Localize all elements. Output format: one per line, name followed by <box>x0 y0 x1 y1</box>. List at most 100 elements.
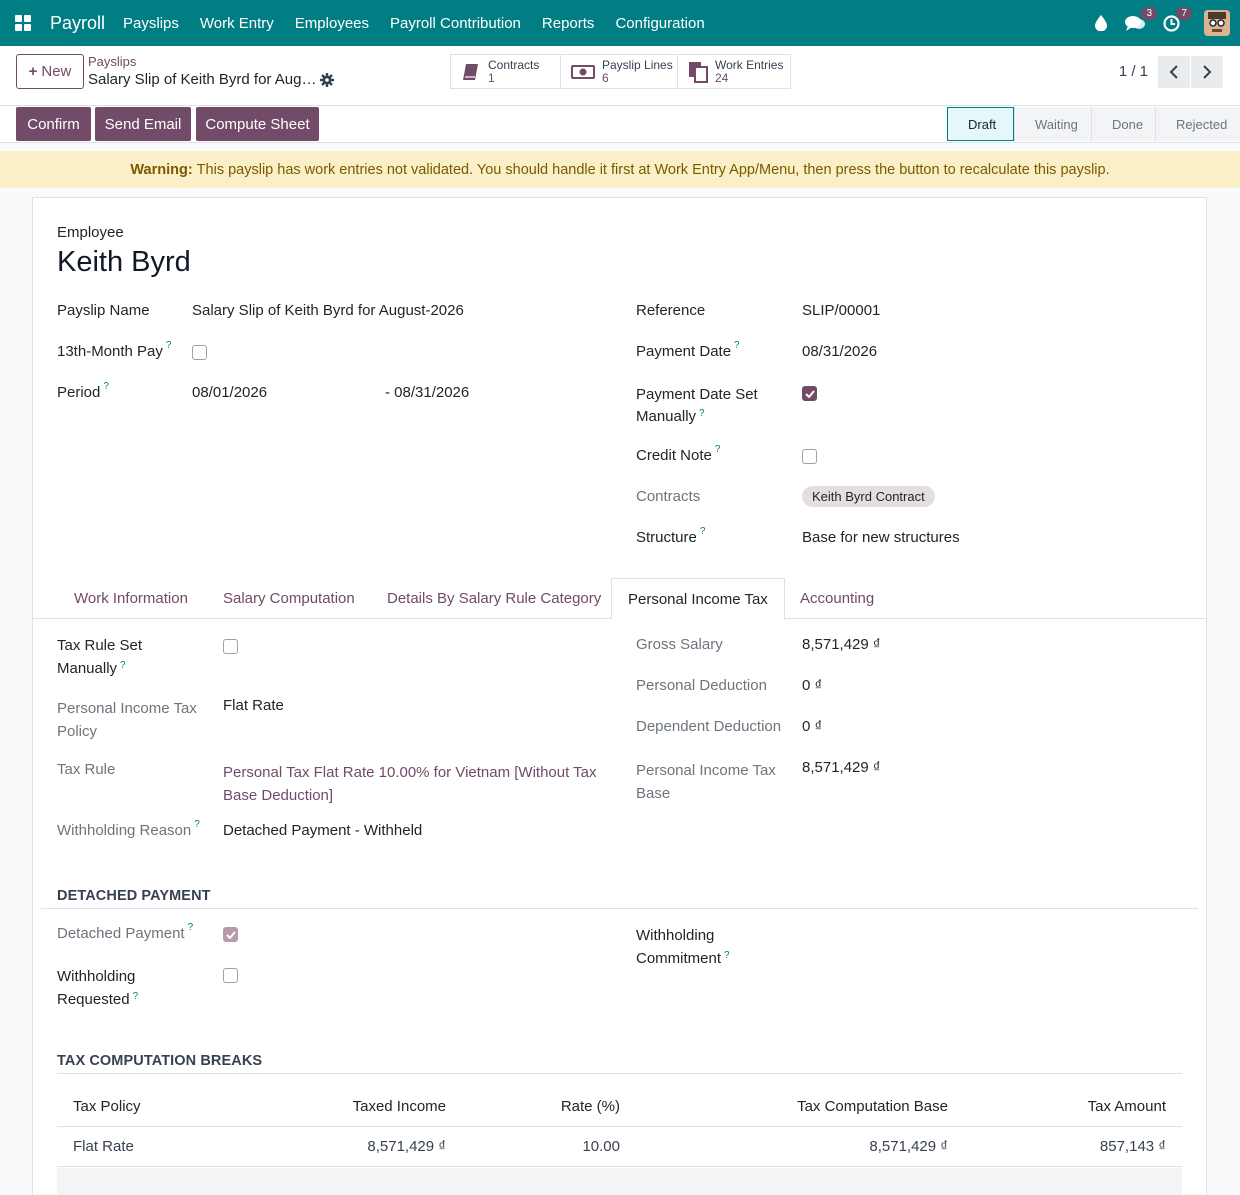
activities-badge: 7 <box>1176 6 1192 20</box>
breadcrumb-payslips[interactable]: Payslips <box>88 54 136 69</box>
col-rate[interactable]: Rate (%) <box>462 1088 636 1127</box>
tab-accounting[interactable]: Accounting <box>800 578 874 619</box>
withholding-commitment-label: Withholding Commitment? <box>636 927 730 967</box>
check-icon <box>804 389 815 398</box>
contract-tag[interactable]: Keith Byrd Contract <box>802 486 935 507</box>
activities-icon[interactable]: 7 <box>1163 6 1192 32</box>
new-button[interactable]: + New <box>16 54 84 89</box>
col-taxed-income[interactable]: Taxed Income <box>237 1088 462 1127</box>
credit-note-checkbox[interactable] <box>802 449 817 464</box>
col-tax-amount[interactable]: Tax Amount <box>964 1088 1182 1127</box>
cell-tax-policy: Flat Rate <box>57 1126 237 1167</box>
withholding-requested-label: Withholding Requested? <box>57 968 139 1008</box>
reference-field[interactable]: SLIP/00001 <box>802 302 880 319</box>
credit-note-label: Credit Note? <box>636 444 721 464</box>
gross-salary-value: 8,571,429 ₫ <box>802 636 881 653</box>
tab-work-information[interactable]: Work Information <box>74 578 188 619</box>
user-avatar[interactable] <box>1204 10 1230 36</box>
structure-field[interactable]: Base for new structures <box>802 529 960 546</box>
menu-work-entry[interactable]: Work Entry <box>200 15 274 32</box>
period-label: Period? <box>57 381 109 401</box>
gross-salary-label: Gross Salary <box>636 636 723 653</box>
smart-value: 6 <box>602 70 609 85</box>
help-icon: ? <box>120 660 126 671</box>
debug-drop-icon[interactable] <box>1095 15 1107 31</box>
notebook-tabs: Work Information Salary Computation Deta… <box>33 578 1206 620</box>
employee-name[interactable]: Keith Byrd <box>57 246 191 279</box>
contracts-label: Contracts <box>636 488 701 505</box>
menu-payslips[interactable]: Payslips <box>123 15 179 32</box>
tax-rule-link[interactable]: Personal Tax Flat Rate 10.00% for Vietna… <box>223 761 597 807</box>
send-email-button[interactable]: Send Email <box>95 107 191 141</box>
payment-date-field[interactable]: 08/31/2026 <box>802 343 877 360</box>
gear-icon[interactable] <box>320 73 334 90</box>
thirteenth-month-checkbox[interactable] <box>192 345 207 360</box>
stage-rejected[interactable]: Rejected <box>1155 107 1240 141</box>
warning-title: Warning: <box>130 161 193 178</box>
warning-alert: Warning: This payslip has work entries n… <box>0 151 1240 188</box>
detached-payment-title: DETACHED PAYMENT <box>57 888 211 904</box>
tab-details-by-category[interactable]: Details By Salary Rule Category <box>387 578 601 619</box>
tax-rule-manual-checkbox[interactable] <box>223 639 238 654</box>
table-row[interactable]: Flat Rate 8,571,429 ₫ 10.00 8,571,429 ₫ … <box>57 1126 1182 1167</box>
personal-deduction-label: Personal Deduction <box>636 677 767 694</box>
employee-label: Employee <box>57 224 124 241</box>
dependent-deduction-label: Dependent Deduction <box>636 718 782 735</box>
withholding-reason-field[interactable]: Detached Payment - Withheld <box>223 822 422 839</box>
detached-payment-label: Detached Payment? <box>57 922 194 942</box>
compute-sheet-button[interactable]: Compute Sheet <box>196 107 319 141</box>
pit-base-value: 8,571,429 ₫ <box>802 759 881 776</box>
pager-previous-button[interactable] <box>1158 56 1190 88</box>
pit-base-label: Personal Income Tax Base <box>636 762 776 802</box>
help-icon: ? <box>699 408 705 419</box>
withholding-reason-label: Withholding Reason? <box>57 819 200 839</box>
help-icon: ? <box>103 381 109 392</box>
period-from-field[interactable]: 08/01/2026 <box>192 384 267 401</box>
menu-payroll-contribution[interactable]: Payroll Contribution <box>390 15 521 32</box>
payslip-lines-smart-button[interactable]: Payslip Lines 6 <box>560 54 678 89</box>
stage-done[interactable]: Done <box>1091 107 1155 141</box>
reference-label: Reference <box>636 302 706 319</box>
breadcrumb-current: Salary Slip of Keith Byrd for Aug… <box>88 71 317 88</box>
messages-icon[interactable]: 3 <box>1125 6 1157 32</box>
help-icon: ? <box>714 444 721 455</box>
work-entries-smart-button[interactable]: Work Entries 24 <box>677 54 791 89</box>
pit-policy-field[interactable]: Flat Rate <box>223 697 284 714</box>
cell-tax-amount: 857,143 ₫ <box>964 1126 1182 1167</box>
smart-value: 24 <box>715 70 729 85</box>
stage-waiting[interactable]: Waiting <box>1014 107 1091 141</box>
table-footer-row <box>57 1168 1182 1195</box>
app-brand[interactable]: Payroll <box>50 13 105 34</box>
menu-configuration[interactable]: Configuration <box>615 15 704 32</box>
cell-rate: 10.00 <box>462 1126 636 1167</box>
contracts-smart-button[interactable]: Contracts 1 <box>450 54 561 89</box>
payment-date-manual-checkbox[interactable] <box>802 386 817 401</box>
help-icon: ? <box>132 991 139 1002</box>
period-to-field[interactable]: - 08/31/2026 <box>385 384 469 401</box>
menu-employees[interactable]: Employees <box>295 15 369 32</box>
confirm-button[interactable]: Confirm <box>16 107 91 141</box>
help-icon: ? <box>194 819 200 830</box>
tax-rule-label: Tax Rule <box>57 761 116 778</box>
structure-label: Structure? <box>636 526 706 546</box>
money-icon <box>571 64 595 80</box>
detached-payment-checkbox <box>223 927 238 942</box>
col-tax-computation-base[interactable]: Tax Computation Base <box>636 1088 964 1127</box>
thirteenth-month-label: 13th-Month Pay? <box>57 340 172 360</box>
tax-breaks-table: Tax Policy Taxed Income Rate (%) Tax Com… <box>57 1088 1182 1167</box>
pager-next-button[interactable] <box>1191 56 1223 88</box>
chevron-right-icon <box>1203 65 1212 79</box>
pager-value[interactable]: 1 / 1 <box>1119 63 1148 80</box>
top-navbar: Payroll Payslips Work Entry Employees Pa… <box>0 0 1240 46</box>
payslip-name-label: Payslip Name <box>57 302 150 319</box>
tab-salary-computation[interactable]: Salary Computation <box>223 578 355 619</box>
col-tax-policy[interactable]: Tax Policy <box>57 1088 237 1127</box>
withholding-requested-checkbox[interactable] <box>223 968 238 983</box>
menu-reports[interactable]: Reports <box>542 15 595 32</box>
messages-badge: 3 <box>1141 6 1157 20</box>
stage-draft[interactable]: Draft <box>947 107 1014 141</box>
payslip-name-field[interactable]: Salary Slip of Keith Byrd for August-202… <box>192 302 464 319</box>
tab-personal-income-tax[interactable]: Personal Income Tax <box>611 578 785 620</box>
apps-menu-icon[interactable] <box>0 0 46 46</box>
cell-tax-computation-base: 8,571,429 ₫ <box>636 1126 964 1167</box>
